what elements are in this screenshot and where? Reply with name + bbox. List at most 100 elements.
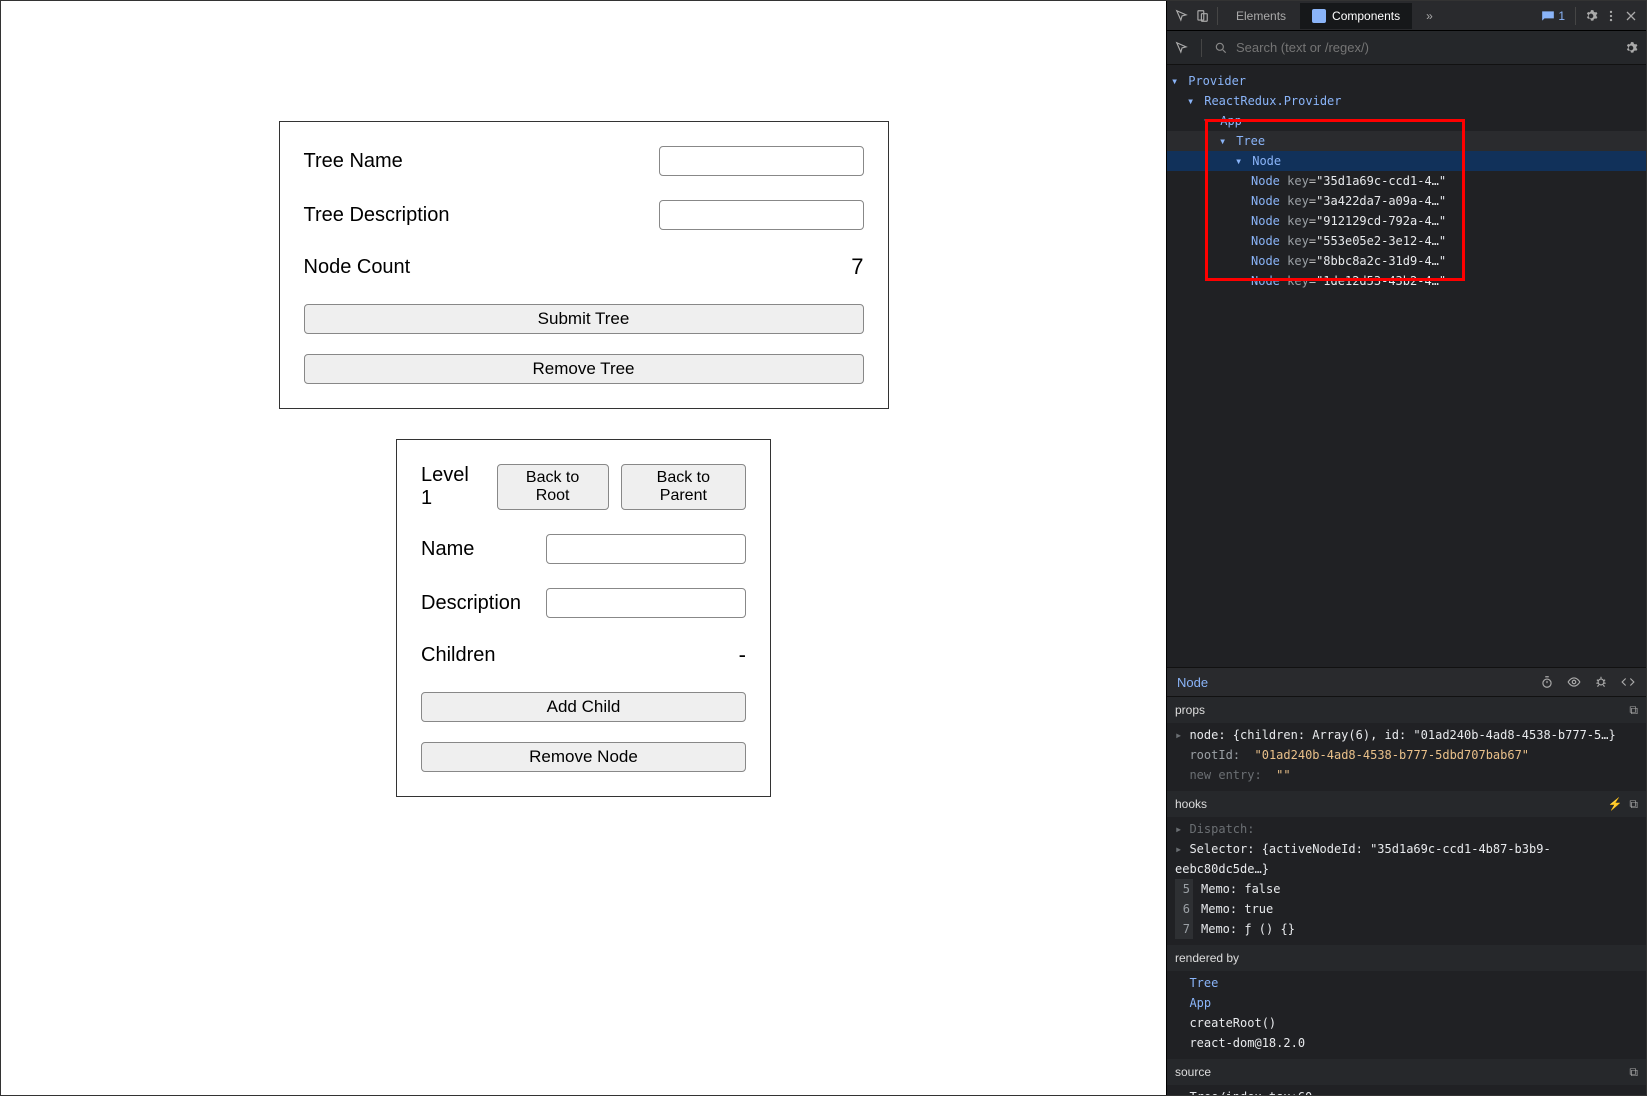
expand-arrow-icon[interactable]: ▾ xyxy=(1219,131,1229,151)
source-location[interactable]: Tree/index.tsx:60 xyxy=(1189,1090,1312,1095)
component-name: Node xyxy=(1252,154,1281,168)
hooks-heading: hooks ⚡ ⧉ xyxy=(1167,791,1646,817)
renderedby-body: Tree App createRoot() react-dom@18.2.0 xyxy=(1167,971,1646,1059)
close-icon[interactable] xyxy=(1622,7,1640,25)
hooks-heading-label: hooks xyxy=(1175,794,1207,814)
select-element-icon[interactable] xyxy=(1175,41,1189,55)
tree-row-reactredux[interactable]: ▾ ReactRedux.Provider xyxy=(1167,91,1646,111)
node-name-input[interactable] xyxy=(546,534,746,564)
key-value: 8bbc8a2c-31d9-4… xyxy=(1323,254,1439,268)
copy-icon[interactable]: ⧉ xyxy=(1629,1062,1638,1082)
props-node-line[interactable]: node: {children: Array(6), id: "01ad240b… xyxy=(1189,728,1615,742)
elements-tab[interactable]: Elements xyxy=(1224,3,1298,29)
node-count-value: 7 xyxy=(851,254,863,280)
more-tabs-button[interactable]: » xyxy=(1414,3,1445,29)
tree-name-label: Tree Name xyxy=(304,150,403,173)
renderedby-createroot: createRoot() xyxy=(1189,1016,1276,1030)
props-heading-label: props xyxy=(1175,700,1205,720)
source-heading: source ⧉ xyxy=(1167,1059,1646,1085)
node-desc-row: Description xyxy=(421,588,746,618)
components-tab-label: Components xyxy=(1332,9,1400,23)
component-name: Provider xyxy=(1188,74,1246,88)
component-name: Tree xyxy=(1236,134,1265,148)
wand-icon[interactable]: ⚡ xyxy=(1608,797,1623,811)
tree-row-node-child[interactable]: Node key="3a422da7-a09a-4…" xyxy=(1167,191,1646,211)
children-label: Children xyxy=(421,644,495,667)
node-card: Level 1 Back to Root Back to Parent Name… xyxy=(396,439,771,797)
detail-area: props ⧉ ▸ node: {children: Array(6), id:… xyxy=(1167,697,1646,1095)
hooks-selector-line[interactable]: Selector: {activeNodeId: "35d1a69c-ccd1-… xyxy=(1175,842,1551,876)
device-icon[interactable] xyxy=(1193,7,1211,25)
renderedby-tree[interactable]: Tree xyxy=(1189,976,1218,990)
node-desc-input[interactable] xyxy=(546,588,746,618)
props-rootid-key: rootId xyxy=(1189,748,1232,762)
props-rootid-val[interactable]: "01ad240b-4ad8-4538-b777-5dbd707bab67" xyxy=(1255,748,1530,762)
children-value: - xyxy=(739,642,746,668)
detail-scroll[interactable]: props ⧉ ▸ node: {children: Array(6), id:… xyxy=(1167,697,1646,1095)
component-name: App xyxy=(1220,114,1242,128)
stopwatch-icon[interactable] xyxy=(1540,675,1554,689)
component-name: Node xyxy=(1251,234,1280,248)
node-count-row: Node Count 7 xyxy=(304,254,864,280)
component-name: Node xyxy=(1251,254,1280,268)
hooks-dispatch[interactable]: Dispatch: xyxy=(1189,822,1254,836)
tree-desc-label: Tree Description xyxy=(304,204,450,227)
level-label: Level 1 xyxy=(421,464,485,510)
kebab-icon[interactable] xyxy=(1602,7,1620,25)
component-tree[interactable]: ▾ Provider ▾ ReactRedux.Provider ▾ App ▾… xyxy=(1167,65,1646,667)
tree-row-app[interactable]: ▾ App xyxy=(1167,111,1646,131)
component-name: ReactRedux.Provider xyxy=(1204,94,1341,108)
tree-row-node-child[interactable]: Node key="912129cd-792a-4…" xyxy=(1167,211,1646,231)
node-name-label: Name xyxy=(421,538,474,561)
tree-row-node-selected[interactable]: ▾ Node xyxy=(1167,151,1646,171)
detail-selected-name: Node xyxy=(1177,675,1208,690)
messages-badge[interactable]: 1 xyxy=(1537,9,1569,23)
copy-icon[interactable]: ⧉ xyxy=(1629,700,1638,720)
expand-arrow-icon[interactable]: ▾ xyxy=(1203,111,1213,131)
remove-node-button[interactable]: Remove Node xyxy=(421,742,746,772)
tree-row-node-child[interactable]: Node key="553e05e2-3e12-4…" xyxy=(1167,231,1646,251)
tree-row-node-child[interactable]: Node key="8bbc8a2c-31d9-4…" xyxy=(1167,251,1646,271)
tree-row-provider[interactable]: ▾ Provider xyxy=(1167,71,1646,91)
remove-tree-button[interactable]: Remove Tree xyxy=(304,354,864,384)
copy-icon[interactable]: ⧉ xyxy=(1629,797,1638,811)
components-tab[interactable]: Components xyxy=(1300,3,1412,29)
props-newentry-key: new entry xyxy=(1189,768,1254,782)
component-search-input[interactable] xyxy=(1236,40,1616,55)
component-name: Node xyxy=(1251,194,1280,208)
node-count-label: Node Count xyxy=(304,256,411,279)
component-name: Node xyxy=(1251,214,1280,228)
key-value: 1de12d53-43b2-4… xyxy=(1323,274,1439,288)
view-settings-icon[interactable] xyxy=(1624,41,1638,55)
props-newentry-val[interactable]: "" xyxy=(1276,768,1290,782)
submit-tree-button[interactable]: Submit Tree xyxy=(304,304,864,334)
tree-row-tree[interactable]: ▾ Tree xyxy=(1167,131,1646,151)
hooks-memo-6: Memo: true xyxy=(1201,902,1273,916)
renderedby-app[interactable]: App xyxy=(1189,996,1211,1010)
expand-arrow-icon[interactable]: ▾ xyxy=(1171,71,1181,91)
divider xyxy=(1575,7,1576,25)
tree-name-input[interactable] xyxy=(659,146,864,176)
source-icon[interactable] xyxy=(1620,675,1636,689)
eye-icon[interactable] xyxy=(1566,675,1582,689)
children-row: Children - xyxy=(421,642,746,668)
settings-icon[interactable] xyxy=(1582,7,1600,25)
back-to-root-button[interactable]: Back to Root xyxy=(497,464,609,510)
bug-icon[interactable] xyxy=(1594,675,1608,689)
search-icon xyxy=(1214,41,1228,55)
tree-row-node-child[interactable]: Node key="35d1a69c-ccd1-4…" xyxy=(1167,171,1646,191)
props-body: ▸ node: {children: Array(6), id: "01ad24… xyxy=(1167,723,1646,791)
back-to-parent-button[interactable]: Back to Parent xyxy=(621,464,746,510)
inspect-icon[interactable] xyxy=(1173,7,1191,25)
tree-desc-input[interactable] xyxy=(659,200,864,230)
tree-card: Tree Name Tree Description Node Count 7 … xyxy=(279,121,889,409)
key-value: 553e05e2-3e12-4… xyxy=(1323,234,1439,248)
tree-row-node-child[interactable]: Node key="1de12d53-43b2-4…" xyxy=(1167,271,1646,291)
divider xyxy=(1217,7,1218,25)
expand-arrow-icon[interactable]: ▾ xyxy=(1187,91,1197,111)
expand-arrow-icon[interactable]: ▾ xyxy=(1235,151,1245,171)
renderedby-heading: rendered by xyxy=(1167,945,1646,971)
add-child-button[interactable]: Add Child xyxy=(421,692,746,722)
source-heading-label: source xyxy=(1175,1062,1211,1082)
source-body: Tree/index.tsx:60 xyxy=(1167,1085,1646,1095)
